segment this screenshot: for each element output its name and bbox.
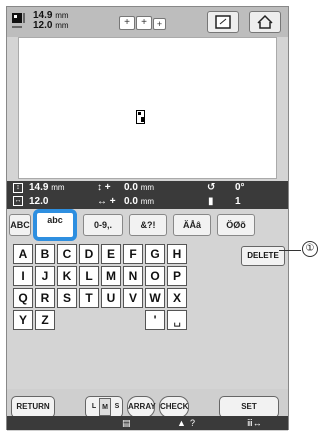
info-h-offset-value: 0.0 (124, 196, 138, 207)
delete-button[interactable]: DELETE (241, 246, 285, 266)
key-d[interactable]: D (79, 244, 99, 264)
key-a[interactable]: A (13, 244, 33, 264)
callout-line (279, 250, 301, 251)
info-v-offset-unit: mm (140, 183, 155, 192)
info-h-offset: 0.0 mm (124, 196, 154, 208)
status-question: ? (190, 418, 196, 428)
frame-icon (215, 15, 231, 29)
tab-accented-1[interactable]: ÄÅâ (173, 214, 211, 236)
key-o[interactable]: O (145, 266, 165, 286)
key-l[interactable]: L (79, 266, 99, 286)
plus-frame-icon: + (136, 16, 152, 30)
thread-question-icon: ▲ (177, 418, 186, 428)
key-n[interactable]: N (123, 266, 143, 286)
key-i[interactable]: I (13, 266, 33, 286)
info-v-offset-value: 0.0 (124, 182, 138, 193)
size-lms-button[interactable]: L M S (85, 396, 123, 418)
status-bar: ▤ ▲ ? ⅲ↔ (7, 416, 288, 430)
embroidery-preview (18, 37, 277, 179)
info-width-value: 12.0 (29, 196, 49, 206)
design-width-unit: mm (55, 11, 69, 20)
design-height-unit: mm (55, 21, 69, 30)
info-v-offset: 0.0 mm (124, 182, 154, 194)
width-icon: ↔ (13, 196, 23, 206)
tab-numbers[interactable]: 0-9,. (83, 214, 123, 236)
thread-icon: ▮ (208, 196, 214, 207)
key-x[interactable]: X (167, 288, 187, 308)
size-m-label: M (99, 398, 111, 416)
key-b[interactable]: B (35, 244, 55, 264)
home-icon (257, 14, 273, 29)
font-type-tabs: ABC abc 0-9,. &?! ÄÅâ ÖØõ (7, 209, 288, 241)
key-v[interactable]: V (123, 288, 143, 308)
lcd-screen: 14.9 mm 12.0 mm + + + ↕ 14.9 mm ↔ 12.0 ↕… (6, 6, 289, 431)
v-offset-icon: ↕ + (97, 182, 111, 193)
tab-lowercase[interactable]: abc (33, 209, 77, 241)
rotate-icon: ↺ (207, 182, 216, 193)
info-height-value: 14.9 (29, 182, 49, 193)
callout-number: ① (302, 241, 318, 257)
h-offset-icon: ↔ + (97, 196, 116, 207)
tab-symbols[interactable]: &?! (129, 214, 167, 236)
layout-button-group[interactable]: + + + (119, 14, 169, 32)
plus-frame-icon: + (119, 16, 135, 30)
key-k[interactable]: K (57, 266, 77, 286)
key-m[interactable]: M (101, 266, 121, 286)
key-z[interactable]: Z (35, 310, 55, 330)
key-s[interactable]: S (57, 288, 77, 308)
info-angle: 0° (235, 182, 245, 193)
key-w[interactable]: W (145, 288, 165, 308)
stitch-arrow-icon: ⅲ↔ (247, 418, 262, 428)
key-e[interactable]: E (101, 244, 121, 264)
home-button[interactable] (249, 11, 281, 33)
info-width: 12.0 (29, 196, 48, 206)
tab-accented-2[interactable]: ÖØõ (217, 214, 255, 236)
key-j[interactable]: J (35, 266, 55, 286)
design-height-value: 12.0 (33, 20, 53, 31)
key-r[interactable]: R (35, 288, 55, 308)
return-button[interactable]: RETURN (11, 396, 55, 418)
plus-frame-icon: + (153, 18, 166, 30)
set-button[interactable]: SET (219, 396, 279, 418)
key-f[interactable]: F (123, 244, 143, 264)
info-height-unit: mm (51, 183, 65, 192)
top-bar: 14.9 mm 12.0 mm + + + (7, 7, 288, 37)
key-g[interactable]: G (145, 244, 165, 264)
key-apostrophe[interactable]: ' (145, 310, 165, 330)
list-icon: ▤ (122, 418, 131, 428)
tab-uppercase[interactable]: ABC (9, 214, 31, 236)
key-t[interactable]: T (79, 288, 99, 308)
info-colors: 1 (235, 196, 241, 207)
key-p[interactable]: P (167, 266, 187, 286)
key-h[interactable]: H (167, 244, 187, 264)
sewing-machine-display: 14.9 mm 12.0 mm + + + ↕ 14.9 mm ↔ 12.0 ↕… (0, 0, 321, 435)
key-space[interactable]: ␣ (167, 310, 187, 330)
info-bar: ↕ 14.9 mm ↔ 12.0 ↕ + 0.0 mm ↔ + 0.0 mm ↺… (7, 181, 288, 209)
design-size: 14.9 mm 12.0 mm (33, 11, 69, 31)
frame-button[interactable] (207, 11, 239, 33)
key-y[interactable]: Y (13, 310, 33, 330)
key-q[interactable]: Q (13, 288, 33, 308)
key-c[interactable]: C (57, 244, 77, 264)
info-height: 14.9 mm (29, 182, 65, 194)
pattern-preview-icon (136, 110, 145, 124)
info-h-offset-unit: mm (140, 197, 155, 206)
height-icon: ↕ (13, 183, 23, 193)
embroidery-size-icon (12, 13, 25, 28)
check-button[interactable]: CHECK (159, 396, 189, 418)
key-u[interactable]: U (101, 288, 121, 308)
array-button[interactable]: ARRAY (127, 396, 156, 418)
size-s-label: S (114, 403, 120, 410)
